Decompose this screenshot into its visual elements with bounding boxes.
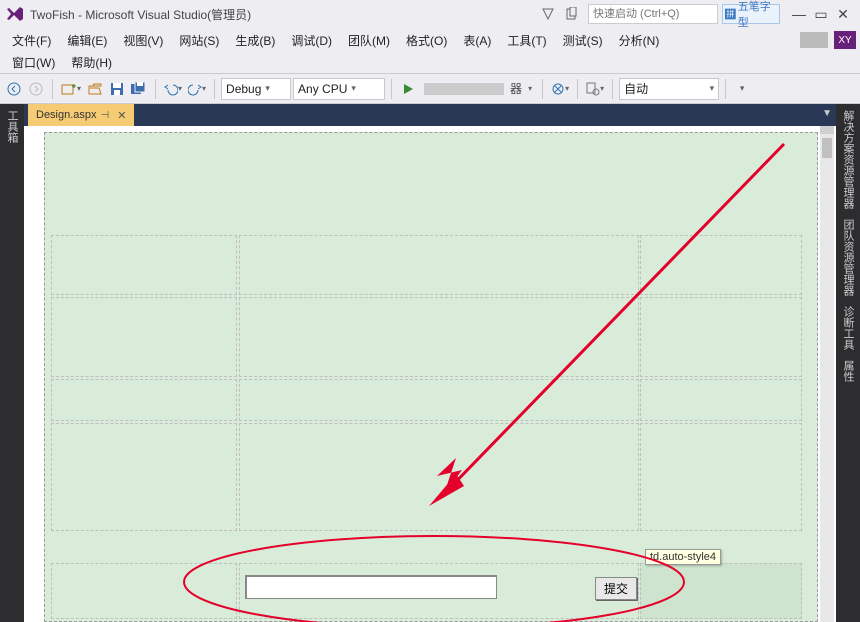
menu-build[interactable]: 生成(B) <box>227 30 283 51</box>
table-cell[interactable] <box>51 297 237 377</box>
config-value: Debug <box>226 82 261 96</box>
table-cell[interactable] <box>640 423 802 531</box>
designer-surface-host: ▴ <box>24 126 836 622</box>
panel-diagnostics[interactable]: 诊断工具 <box>840 306 856 350</box>
find-in-files-button[interactable]: ▾ <box>584 78 606 100</box>
auto-value: 自动 <box>624 80 648 97</box>
title-bar: TwoFish - Microsoft Visual Studio(管理员) 拼… <box>0 0 860 28</box>
table-cell[interactable] <box>51 423 237 531</box>
left-toolbox-panel[interactable]: 工具箱 <box>0 104 24 622</box>
table-cell[interactable] <box>640 235 802 295</box>
css-auto-dropdown[interactable]: 自动▾ <box>619 78 719 100</box>
nav-back-button[interactable] <box>4 78 24 100</box>
table-cell[interactable] <box>239 297 639 377</box>
feedback-icon[interactable] <box>539 5 557 23</box>
table-cell-selected[interactable] <box>640 563 802 619</box>
panel-solution-explorer[interactable]: 解决方案资源管理器 <box>840 110 856 209</box>
menu-website[interactable]: 网站(S) <box>171 30 227 51</box>
undo-button[interactable]: ▾ <box>162 78 184 100</box>
tab-label: Design.aspx <box>36 109 97 121</box>
notifications-icon[interactable] <box>563 5 581 23</box>
solution-config-dropdown[interactable]: Debug▾ <box>221 78 291 100</box>
vs-logo-icon <box>6 5 24 23</box>
account-indicator[interactable] <box>800 32 828 48</box>
panel-properties[interactable]: 属性 <box>840 360 856 382</box>
menu-team[interactable]: 团队(M) <box>340 30 398 51</box>
menu-analyze[interactable]: 分析(N) <box>611 30 668 51</box>
table-cell[interactable] <box>239 379 639 421</box>
menu-window[interactable]: 窗口(W) <box>4 52 63 73</box>
close-button[interactable]: ✕ <box>832 6 854 23</box>
new-project-button[interactable]: ▾ <box>59 78 83 100</box>
menu-bar: 文件(F) 编辑(E) 视图(V) 网站(S) 生成(B) 调试(D) 团队(M… <box>0 28 860 52</box>
split-handle[interactable] <box>820 126 834 134</box>
table-cell[interactable] <box>640 379 802 421</box>
maximize-button[interactable]: ▭ <box>810 6 832 23</box>
table-cell[interactable] <box>51 235 237 295</box>
user-badge[interactable]: XY <box>834 31 856 49</box>
table-cell[interactable] <box>51 563 237 619</box>
start-debug-button[interactable] <box>398 78 418 100</box>
menu-view[interactable]: 视图(V) <box>115 30 171 51</box>
textbox-control[interactable] <box>245 575 497 599</box>
redo-button[interactable]: ▾ <box>186 78 208 100</box>
submit-button[interactable]: 提交 <box>595 577 637 600</box>
menu-test[interactable]: 测试(S) <box>555 30 611 51</box>
client-area: 工具箱 Design.aspx ⊣ ✕ ▼ ▴ <box>0 104 860 622</box>
table-cell[interactable] <box>51 379 237 421</box>
platform-value: Any CPU <box>298 82 347 96</box>
vertical-scrollbar[interactable]: ▴ <box>820 134 834 622</box>
open-button[interactable] <box>85 78 105 100</box>
pin-icon[interactable]: ⊣ <box>101 110 110 121</box>
panel-team-explorer[interactable]: 团队资源管理器 <box>840 219 856 296</box>
menu-edit[interactable]: 编辑(E) <box>59 30 115 51</box>
table-cell[interactable] <box>640 297 802 377</box>
ime-label: 五笔字型 <box>738 0 777 30</box>
solution-platform-dropdown[interactable]: Any CPU▾ <box>293 78 385 100</box>
menu-file[interactable]: 文件(F) <box>4 30 59 51</box>
debug-target-text: 器 <box>510 80 522 97</box>
document-well: Design.aspx ⊣ ✕ ▼ ▴ <box>24 104 836 622</box>
browser-link-button[interactable]: ▾ <box>549 78 571 100</box>
nav-fwd-button[interactable] <box>26 78 46 100</box>
debug-target-label <box>424 83 504 95</box>
toolbar-overflow-icon[interactable]: ▾ <box>732 78 752 100</box>
tag-navigator-tooltip: td.auto-style4 <box>645 549 721 565</box>
menu-table[interactable]: 表(A) <box>455 30 499 51</box>
save-button[interactable] <box>107 78 127 100</box>
ime-indicator[interactable]: 拼 五笔字型 <box>722 4 780 24</box>
page-body[interactable]: 提交 td.auto-style4 <box>44 132 818 622</box>
document-tabstrip: Design.aspx ⊣ ✕ ▼ <box>24 104 836 126</box>
tab-overflow-icon[interactable]: ▼ <box>822 108 832 119</box>
minimize-button[interactable]: — <box>788 6 810 22</box>
window-title: TwoFish - Microsoft Visual Studio(管理员) <box>30 6 251 23</box>
quick-launch-input[interactable] <box>588 4 718 24</box>
scrollbar-thumb[interactable] <box>822 138 832 158</box>
standard-toolbar: ▾ ▾ ▾ Debug▾ Any CPU▾ 器 ▾ ▾ ▾ 自动▾ ▾ <box>0 74 860 104</box>
save-all-button[interactable] <box>129 78 149 100</box>
tab-close-icon[interactable]: ✕ <box>117 109 126 122</box>
tab-design-aspx[interactable]: Design.aspx ⊣ ✕ <box>28 104 134 126</box>
menu-debug[interactable]: 调试(D) <box>283 30 340 51</box>
menu-format[interactable]: 格式(O) <box>398 30 455 51</box>
table-cell[interactable] <box>239 235 639 295</box>
right-panels: 解决方案资源管理器 团队资源管理器 诊断工具 属性 <box>836 104 860 622</box>
svg-text:拼: 拼 <box>726 9 734 19</box>
menu-bar-2: 窗口(W) 帮助(H) <box>0 52 860 74</box>
menu-tools[interactable]: 工具(T) <box>499 30 554 51</box>
menu-help[interactable]: 帮助(H) <box>63 52 120 73</box>
table-cell[interactable] <box>239 423 639 531</box>
toolbox-label: 工具箱 <box>4 110 20 143</box>
